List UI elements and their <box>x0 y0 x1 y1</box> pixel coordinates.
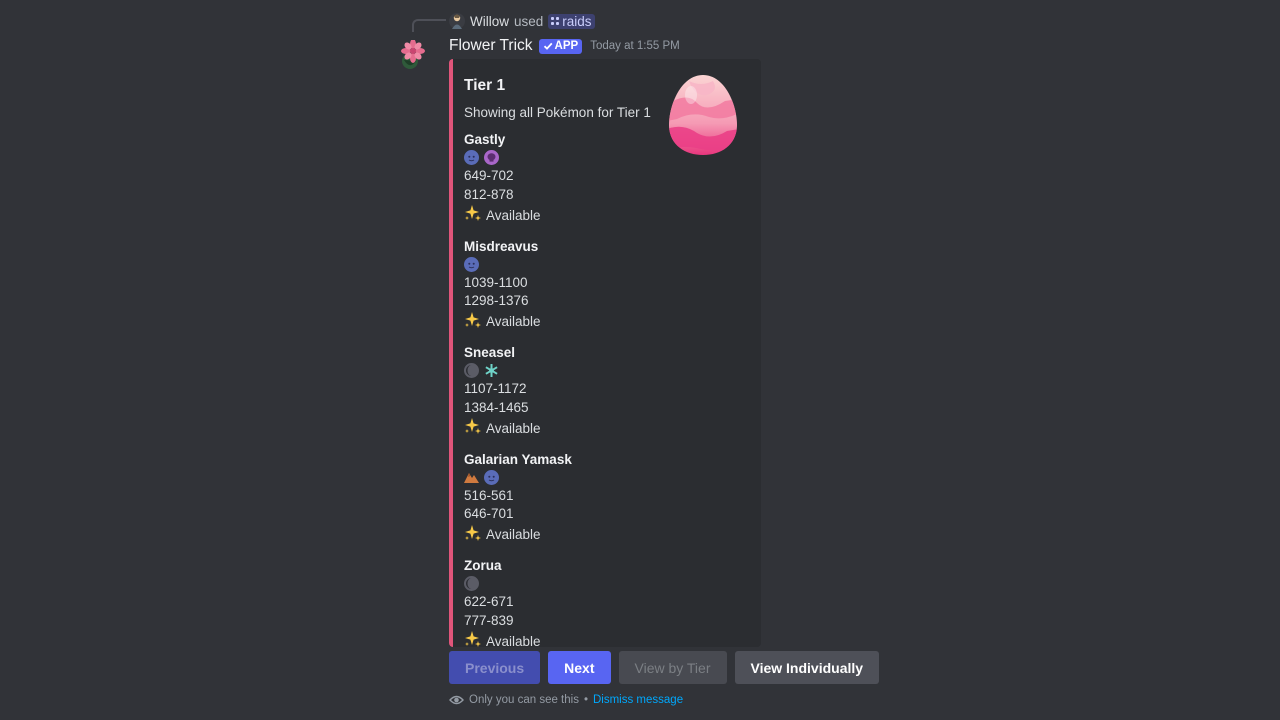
pagination-actions: Previous Next View by Tier View Individu… <box>449 651 880 684</box>
cp-range-normal: 622-671 <box>464 594 514 609</box>
shiny-label: Available <box>486 420 541 436</box>
eye-icon <box>449 695 464 705</box>
ephemeral-notice: Only you can see this • Dismiss message <box>449 692 683 708</box>
message-header: Flower Trick APP Today at 1:55 PM <box>449 36 680 56</box>
cp-range-boosted: 1384-1465 <box>464 399 529 415</box>
shiny-status: Available <box>464 630 761 654</box>
reply-used-text: used <box>514 13 544 29</box>
reply-context[interactable]: Willow used raids <box>449 12 595 30</box>
ghost-type-icon <box>464 150 479 165</box>
command-name: raids <box>562 13 592 29</box>
ice-type-icon <box>484 363 499 378</box>
shiny-status: Available <box>464 417 761 441</box>
pokemon-types <box>464 255 761 274</box>
slash-command-chip[interactable]: raids <box>548 13 595 29</box>
cp-range-boosted: 812-878 <box>464 186 514 202</box>
cp-range-boosted: 777-839 <box>464 612 514 628</box>
view-individually-button[interactable]: View Individually <box>734 651 880 684</box>
sparkles-icon <box>464 417 482 441</box>
sparkles-icon <box>464 311 482 335</box>
cp-range-boosted: 1298-1376 <box>464 293 529 308</box>
shiny-status: Available <box>464 524 761 548</box>
sparkles-icon <box>464 630 482 654</box>
pokemon-name: Galarian Yamask <box>464 451 572 467</box>
shiny-status: Available <box>464 311 761 335</box>
pokemon-field: Zorua 622-671 777-839 Available <box>464 557 761 654</box>
pokemon-types <box>464 574 761 593</box>
ghost-type-icon <box>484 469 499 485</box>
cp-range-normal: 1107-1172 <box>464 381 527 396</box>
verified-check-icon <box>543 42 553 50</box>
sparkles-icon <box>464 204 482 228</box>
shiny-label: Available <box>486 527 541 542</box>
ghost-type-icon <box>464 256 479 272</box>
bot-avatar[interactable] <box>398 39 428 72</box>
bot-username[interactable]: Flower Trick <box>449 37 533 55</box>
pokemon-field: Sneasel 1107-1172 1384-1465 Available <box>464 344 761 441</box>
previous-button[interactable]: Previous <box>449 651 541 684</box>
reply-connector <box>412 19 446 32</box>
reply-username[interactable]: Willow <box>470 14 509 29</box>
sparkles-icon <box>464 524 482 548</box>
raid-egg-thumbnail[interactable] <box>667 73 739 157</box>
view-by-tier-button[interactable]: View by Tier <box>618 651 727 684</box>
message-timestamp[interactable]: Today at 1:55 PM <box>590 40 680 52</box>
dark-type-icon <box>464 363 479 378</box>
app-badge-label: APP <box>554 40 579 52</box>
pokemon-name: Sneasel <box>464 345 516 360</box>
pokemon-field: Galarian Yamask 516-561 646-701 Available <box>464 451 761 548</box>
cp-range-normal: 649-702 <box>464 168 514 183</box>
app-command-icon <box>551 17 560 25</box>
cp-range-normal: 1039-1100 <box>464 274 528 290</box>
shiny-status: Available <box>464 204 761 228</box>
dismiss-message-link[interactable]: Dismiss message <box>593 694 683 706</box>
pokemon-list: Gastly 649-702 812-878 Available Misdreavus 1… <box>464 131 761 654</box>
pokemon-types <box>464 361 761 380</box>
ephemeral-separator: • <box>583 694 588 706</box>
cp-range-boosted: 646-701 <box>464 506 514 521</box>
app-badge: APP <box>538 38 583 54</box>
pokemon-name: Misdreavus <box>464 238 539 254</box>
willow-avatar[interactable] <box>449 13 465 29</box>
ground-type-icon <box>464 470 479 485</box>
raid-embed: Tier 1 Showing all Pokémon for Tier 1 Ga… <box>449 59 761 649</box>
next-button[interactable]: Next <box>548 651 611 684</box>
poison-type-icon <box>484 150 499 165</box>
ephemeral-note: Only you can see this <box>469 694 579 706</box>
cp-range-normal: 516-561 <box>464 487 514 503</box>
dark-type-icon <box>464 576 479 591</box>
pokemon-name: Zorua <box>464 558 502 573</box>
shiny-label: Available <box>486 207 541 223</box>
shiny-label: Available <box>486 314 541 329</box>
shiny-label: Available <box>486 633 541 649</box>
pokemon-field: Misdreavus 1039-1100 1298-1376 Available <box>464 238 761 335</box>
pokemon-types <box>464 468 761 487</box>
